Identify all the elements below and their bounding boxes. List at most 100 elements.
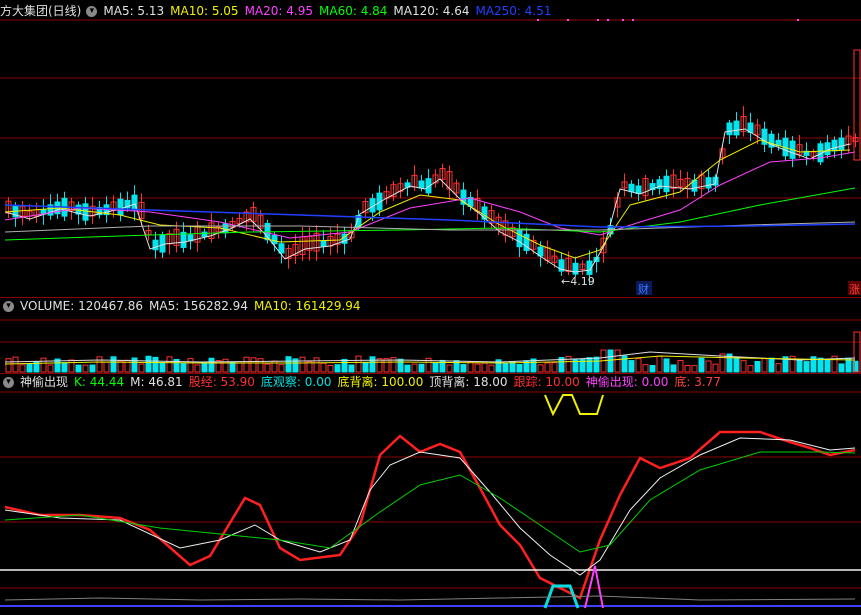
ma120-line (4, 221, 856, 233)
volume-bar (824, 359, 831, 373)
volume-bar (663, 358, 670, 373)
candle (831, 139, 838, 152)
volume-bar (607, 349, 614, 373)
volume-bar (628, 360, 635, 373)
limit-up-marker[interactable]: 涨 (849, 283, 860, 296)
candle (516, 229, 523, 248)
volume-bar (194, 364, 201, 373)
volume-bar (152, 356, 159, 373)
volume-bar (684, 364, 691, 373)
volume-bar (208, 357, 215, 373)
candle (733, 120, 740, 136)
candle (705, 177, 712, 189)
volume-bar (145, 355, 152, 373)
volume-bar (40, 357, 47, 373)
signal-dot (632, 19, 634, 21)
volume-bar (5, 358, 12, 373)
volume-bar (705, 360, 712, 373)
volume-bar (733, 356, 740, 373)
volume-bar (264, 363, 271, 373)
candle (418, 180, 425, 189)
candle (838, 137, 845, 151)
signal-dot (567, 19, 569, 21)
volume-bar (593, 356, 600, 373)
volume-bar (355, 355, 362, 373)
volume-bar (61, 362, 68, 373)
volume-bar (166, 356, 173, 373)
volume-panel (4, 331, 861, 373)
candle (663, 175, 670, 193)
volume-bar (278, 364, 285, 373)
volume-bar (656, 355, 663, 373)
volume-bar (670, 364, 677, 373)
volume-bar (243, 356, 250, 373)
limit-up-candle (853, 49, 861, 161)
candle (824, 142, 831, 156)
volume-bar (537, 364, 544, 373)
volume-bar (761, 358, 768, 373)
volume-bar (614, 349, 621, 373)
volume-bar (68, 359, 75, 373)
volume-bar (481, 362, 488, 373)
volume-bar (89, 364, 96, 373)
volume-bar (19, 364, 26, 373)
volume-bar (509, 361, 516, 373)
volume-bar (635, 358, 642, 373)
volume-bar (474, 363, 481, 373)
volume-bar (747, 365, 754, 373)
low-price-label: ←4.19 (561, 275, 595, 288)
volume-bar (187, 358, 194, 373)
volume-bar (698, 357, 705, 373)
volume-bar (229, 361, 236, 373)
volume-bar (75, 364, 82, 373)
m-line (4, 437, 856, 576)
volume-bar (551, 362, 558, 373)
candle (117, 198, 124, 216)
volume-bar (642, 364, 649, 373)
volume-bar (383, 358, 390, 373)
volume-bar (369, 356, 376, 373)
volume-bar (677, 359, 684, 373)
volume-bar (411, 363, 418, 373)
volume-bar (817, 357, 824, 373)
volume-bar (712, 363, 719, 373)
signal-dot (622, 19, 624, 21)
volume-bar (257, 358, 264, 373)
volume-bar (397, 358, 404, 373)
volume-bar (47, 364, 54, 373)
volume-bar (96, 356, 103, 373)
volume-bar (138, 363, 145, 373)
volume-bar (285, 356, 292, 373)
candle (180, 231, 187, 248)
volume-bar (348, 364, 355, 373)
signal-dot (607, 19, 609, 21)
candle (159, 234, 166, 253)
volume-bar (110, 356, 117, 373)
volume-bar (250, 357, 257, 373)
volume-bar (586, 357, 593, 373)
volume-bar (649, 364, 656, 373)
volume-bar (82, 364, 89, 373)
volume-bar (460, 364, 467, 373)
volume-bar (201, 363, 208, 373)
volume-bar (502, 362, 509, 373)
volume-bar (313, 357, 320, 373)
finance-marker[interactable]: 财 (638, 282, 649, 296)
signal-dot (797, 19, 799, 21)
kline-chart[interactable]: ←4.19 财 涨 (0, 0, 861, 615)
volume-bar (299, 356, 306, 373)
volume-bar (775, 363, 782, 373)
volume-bar (516, 363, 523, 373)
signal-dot (597, 19, 599, 21)
candle (726, 122, 733, 136)
volume-bar (740, 360, 747, 373)
volume-bar (544, 362, 551, 373)
volume-bar (236, 362, 243, 373)
volume-bar (838, 363, 845, 373)
volume-bar (327, 364, 334, 373)
volume-bar (803, 361, 810, 373)
volume-bar (103, 361, 110, 373)
volume-bar (362, 361, 369, 373)
volume-bar (26, 362, 33, 373)
price-panel (4, 19, 861, 285)
